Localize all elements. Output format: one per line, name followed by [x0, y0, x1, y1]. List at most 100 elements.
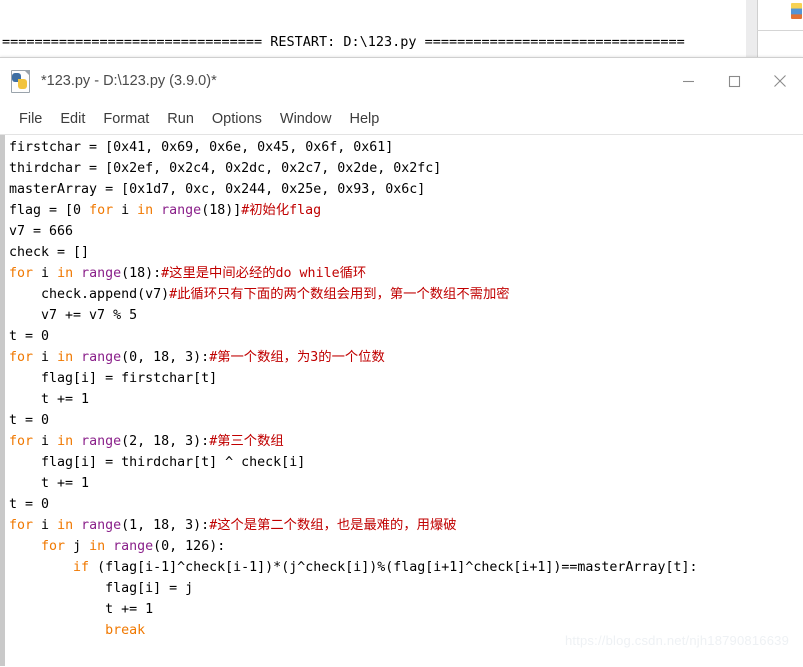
titlebar: *123.py - D:\123.py (3.9.0)*	[0, 58, 803, 104]
code-line: firstchar = [0x41, 0x69, 0x6e, 0x45, 0x6…	[9, 137, 803, 158]
code-line: t = 0	[9, 494, 803, 515]
menu-item-format[interactable]: Format	[94, 109, 158, 129]
code-token: for	[9, 434, 34, 449]
code-line: thirdchar = [0x2ef, 0x2c4, 0x2dc, 0x2c7,…	[9, 158, 803, 179]
code-token: (1, 18, 3):	[121, 518, 210, 533]
code-token: #第三个数组	[209, 434, 284, 449]
shell-restart-line: ================================ RESTART…	[2, 34, 685, 50]
code-token: for	[89, 203, 114, 218]
code-line: t += 1	[9, 389, 803, 410]
code-token: (2, 18, 3):	[121, 434, 210, 449]
code-line: for i in range(1, 18, 3):#这个是第二个数组，也是最难的…	[9, 515, 803, 536]
code-token: in	[57, 350, 74, 365]
code-token: in	[57, 266, 74, 281]
code-line: flag[i] = firstchar[t]	[9, 368, 803, 389]
idle-editor-window: *123.py - D:\123.py (3.9.0)* File Edit F…	[0, 57, 803, 667]
menu-item-options[interactable]: Options	[203, 109, 271, 129]
code-line: flag = [0 for i in range(18)]#初始化flag	[9, 200, 803, 221]
close-button[interactable]	[757, 58, 803, 104]
code-token: t += 1	[9, 476, 90, 491]
code-token: #这个是第二个数组，也是最难的，用爆破	[209, 518, 457, 533]
code-token: range	[113, 539, 154, 554]
code-token: flag[i] = firstchar[t]	[9, 371, 218, 386]
code-line: t = 0	[9, 410, 803, 431]
code-token: check = []	[9, 245, 90, 260]
code-token: range	[81, 518, 122, 533]
code-token: thirdchar = [0x2ef, 0x2c4, 0x2dc, 0x2c7,…	[9, 161, 442, 176]
code-token: t = 0	[9, 497, 50, 512]
code-line: for i in range(18):#这里是中间必经的do while循环	[9, 263, 803, 284]
maximize-button[interactable]	[711, 58, 757, 104]
code-token: (18):	[121, 266, 162, 281]
menu-item-file[interactable]: File	[10, 109, 51, 129]
menu-item-window[interactable]: Window	[271, 109, 341, 129]
menu-item-run[interactable]: Run	[158, 109, 203, 129]
code-line: masterArray = [0x1d7, 0xc, 0x244, 0x25e,…	[9, 179, 803, 200]
code-line: flag[i] = thirdchar[t] ^ check[i]	[9, 452, 803, 473]
background-app-icon	[791, 3, 802, 19]
code-token: flag[i] = thirdchar[t] ^ check[i]	[9, 455, 306, 470]
code-line: print('tuctf{', end='')	[9, 662, 803, 666]
code-token: check.append(v7)	[9, 287, 170, 302]
code-token: if	[73, 560, 90, 575]
code-token: flag = [0	[9, 203, 90, 218]
code-token: in	[57, 434, 74, 449]
code-token: t = 0	[9, 413, 50, 428]
code-line: flag[i] = j	[9, 578, 803, 599]
code-token: (0, 18, 3):	[121, 350, 210, 365]
code-token: range	[81, 434, 122, 449]
code-token: i	[33, 518, 58, 533]
code-token: v7 = 666	[9, 224, 74, 239]
window-controls	[665, 58, 803, 104]
code-line: t = 0	[9, 326, 803, 347]
minimize-button[interactable]	[665, 58, 711, 104]
shell-output: ================================ RESTART…	[2, 0, 685, 62]
code-line: for i in range(2, 18, 3):#第三个数组	[9, 431, 803, 452]
code-token: i	[33, 434, 58, 449]
watermark: https://blog.csdn.net/njh18790816639	[564, 633, 789, 648]
code-line: check.append(v7)#此循环只有下面的两个数组会用到，第一个数组不需…	[9, 284, 803, 305]
code-line: check = []	[9, 242, 803, 263]
code-token: in	[137, 203, 154, 218]
code-token: for	[9, 518, 34, 533]
code-token: range	[81, 350, 122, 365]
code-text[interactable]: firstchar = [0x41, 0x69, 0x6e, 0x45, 0x6…	[9, 137, 803, 666]
code-token: range	[81, 266, 122, 281]
code-token: for	[9, 350, 34, 365]
code-editor-area[interactable]: firstchar = [0x41, 0x69, 0x6e, 0x45, 0x6…	[0, 135, 803, 666]
code-token: (18)]	[201, 203, 242, 218]
code-token: t += 1	[9, 392, 90, 407]
code-token: for	[9, 266, 34, 281]
code-line: for i in range(0, 18, 3):#第一个数组，为3的一个位数	[9, 347, 803, 368]
menu-item-edit[interactable]: Edit	[51, 109, 94, 129]
code-line: for j in range(0, 126):	[9, 536, 803, 557]
code-token: t = 0	[9, 329, 50, 344]
code-token: #此循环只有下面的两个数组会用到，第一个数组不需加密	[169, 287, 510, 302]
code-token: i	[113, 203, 138, 218]
code-token: i	[33, 266, 58, 281]
background-window-divider	[757, 30, 803, 31]
code-token: #这里是中间必经的do while循环	[161, 266, 367, 281]
python-shell-window: ================================ RESTART…	[0, 0, 747, 62]
code-token: range	[161, 203, 202, 218]
window-title: *123.py - D:\123.py (3.9.0)*	[41, 73, 217, 89]
code-token: in	[57, 518, 74, 533]
menubar: File Edit Format Run Options Window Help	[0, 104, 803, 135]
code-token: v7 += v7 % 5	[9, 308, 138, 323]
code-line: if (flag[i-1]^check[i-1])*(j^check[i])%(…	[9, 557, 803, 578]
code-token: in	[89, 539, 106, 554]
menu-item-help[interactable]: Help	[340, 109, 388, 129]
code-line: v7 += v7 % 5	[9, 305, 803, 326]
minimize-icon	[682, 80, 694, 82]
code-token: firstchar = [0x41, 0x69, 0x6e, 0x45, 0x6…	[9, 140, 394, 155]
code-token: (0, 126):	[153, 539, 226, 554]
code-token: i	[33, 350, 58, 365]
code-token: flag[i] = j	[9, 581, 194, 596]
